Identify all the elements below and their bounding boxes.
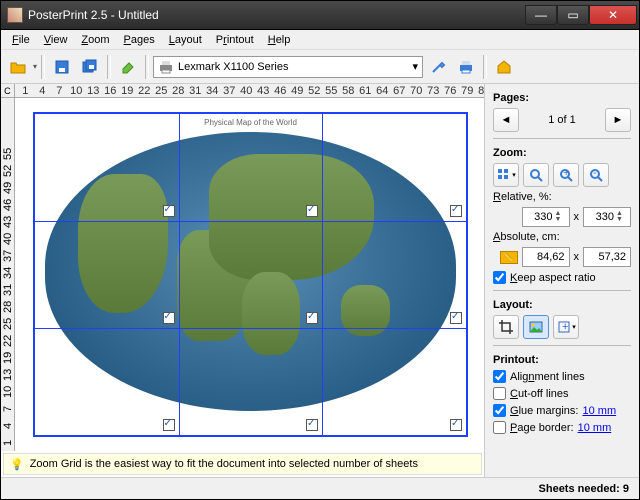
glue-value-link[interactable]: 10 mm <box>582 405 616 417</box>
zoom-in-button[interactable]: + <box>553 163 579 187</box>
absolute-x-input[interactable]: 84,62 <box>522 247 570 267</box>
tile-checkbox[interactable] <box>306 419 318 431</box>
keep-aspect-checkbox[interactable] <box>493 271 506 284</box>
relative-y-input[interactable]: 330▲▼ <box>583 207 631 227</box>
tile-checkbox[interactable] <box>163 419 175 431</box>
tile-checkbox[interactable] <box>163 205 175 217</box>
sheets-needed: Sheets needed: 9 <box>539 483 629 495</box>
save-all-button[interactable] <box>77 54 103 80</box>
alignment-checkbox[interactable] <box>493 370 506 383</box>
ruler-horizontal: 1471013161922252831343740434649525558616… <box>15 84 484 98</box>
menu-help[interactable]: Help <box>261 32 298 48</box>
cutoff-checkbox[interactable] <box>493 387 506 400</box>
pages-value: 1 of 1 <box>523 114 601 126</box>
window-title: PosterPrint 2.5 - Untitled <box>28 8 525 22</box>
menubar: File View Zoom Pages Layout Printout Hel… <box>1 30 639 50</box>
settings-button[interactable] <box>425 54 451 80</box>
close-button[interactable]: ✕ <box>589 5 637 25</box>
zoom-label: Zoom: <box>493 147 631 159</box>
svg-text:+: + <box>562 321 568 333</box>
svg-text:+: + <box>563 167 569 179</box>
ruler-corner: C <box>1 84 15 98</box>
layout-label: Layout: <box>493 299 631 311</box>
image-layout-button[interactable] <box>523 315 549 339</box>
print-button[interactable] <box>453 54 479 80</box>
printer-icon <box>158 59 174 75</box>
tile-checkbox[interactable] <box>450 205 462 217</box>
printer-name: Lexmark X1100 Series <box>178 61 288 73</box>
menu-view[interactable]: View <box>37 32 75 48</box>
crop-button[interactable] <box>493 315 519 339</box>
absolute-y-input[interactable]: 57,32 <box>583 247 631 267</box>
world-map-image <box>45 132 456 411</box>
canvas[interactable]: Physical Map of the World <box>15 98 484 451</box>
printout-label: Printout: <box>493 354 631 366</box>
ruler-icon: 📏 <box>500 251 518 264</box>
align-button[interactable]: +▾ <box>553 315 579 339</box>
zoom-grid-button[interactable]: ▾ <box>493 163 519 187</box>
poster-preview: Physical Map of the World <box>33 112 468 437</box>
map-title: Physical Map of the World <box>35 118 466 127</box>
tile-checkbox[interactable] <box>450 312 462 324</box>
zoom-fit-button[interactable] <box>523 163 549 187</box>
minimize-button[interactable]: — <box>525 5 557 25</box>
menu-zoom[interactable]: Zoom <box>74 32 116 48</box>
pages-label: Pages: <box>493 92 631 104</box>
save-button[interactable] <box>49 54 75 80</box>
relative-x-input[interactable]: 330▲▼ <box>522 207 570 227</box>
tile-checkbox[interactable] <box>306 205 318 217</box>
side-panel: Pages: ◄ 1 of 1 ► Zoom: ▾ + - Relative, … <box>484 84 639 477</box>
prev-page-button[interactable]: ◄ <box>493 108 519 132</box>
menu-pages[interactable]: Pages <box>117 32 162 48</box>
menu-printout[interactable]: Printout <box>209 32 261 48</box>
relative-label: Relative, %: <box>493 191 631 203</box>
hint-text: Zoom Grid is the easiest way to fit the … <box>30 458 418 470</box>
toolbar: ▾ Lexmark X1100 Series ▾ <box>1 50 639 84</box>
zoom-out-button[interactable]: - <box>583 163 609 187</box>
printer-select[interactable]: Lexmark X1100 Series ▾ <box>153 56 423 78</box>
maximize-button[interactable]: ▭ <box>557 5 589 25</box>
border-checkbox[interactable] <box>493 421 506 434</box>
open-button[interactable] <box>5 54 31 80</box>
border-value-link[interactable]: 10 mm <box>578 422 612 434</box>
chevron-down-icon: ▾ <box>412 60 418 73</box>
home-button[interactable] <box>491 54 517 80</box>
titlebar: PosterPrint 2.5 - Untitled — ▭ ✕ <box>1 1 639 30</box>
bulb-icon: 💡 <box>10 458 24 471</box>
ruler-vertical: 147101319222528313437404346495255 <box>1 98 15 451</box>
tile-checkbox[interactable] <box>306 312 318 324</box>
next-page-button[interactable]: ► <box>605 108 631 132</box>
erase-button[interactable] <box>115 54 141 80</box>
menu-file[interactable]: File <box>5 32 37 48</box>
tile-checkbox[interactable] <box>450 419 462 431</box>
statusbar: Sheets needed: 9 <box>1 477 639 499</box>
tile-checkbox[interactable] <box>163 312 175 324</box>
glue-checkbox[interactable] <box>493 404 506 417</box>
app-icon <box>7 7 23 23</box>
hint-bar: 💡 Zoom Grid is the easiest way to fit th… <box>3 453 482 475</box>
absolute-label: Absolute, cm: <box>493 231 631 243</box>
menu-layout[interactable]: Layout <box>162 32 209 48</box>
svg-text:-: - <box>593 167 597 179</box>
